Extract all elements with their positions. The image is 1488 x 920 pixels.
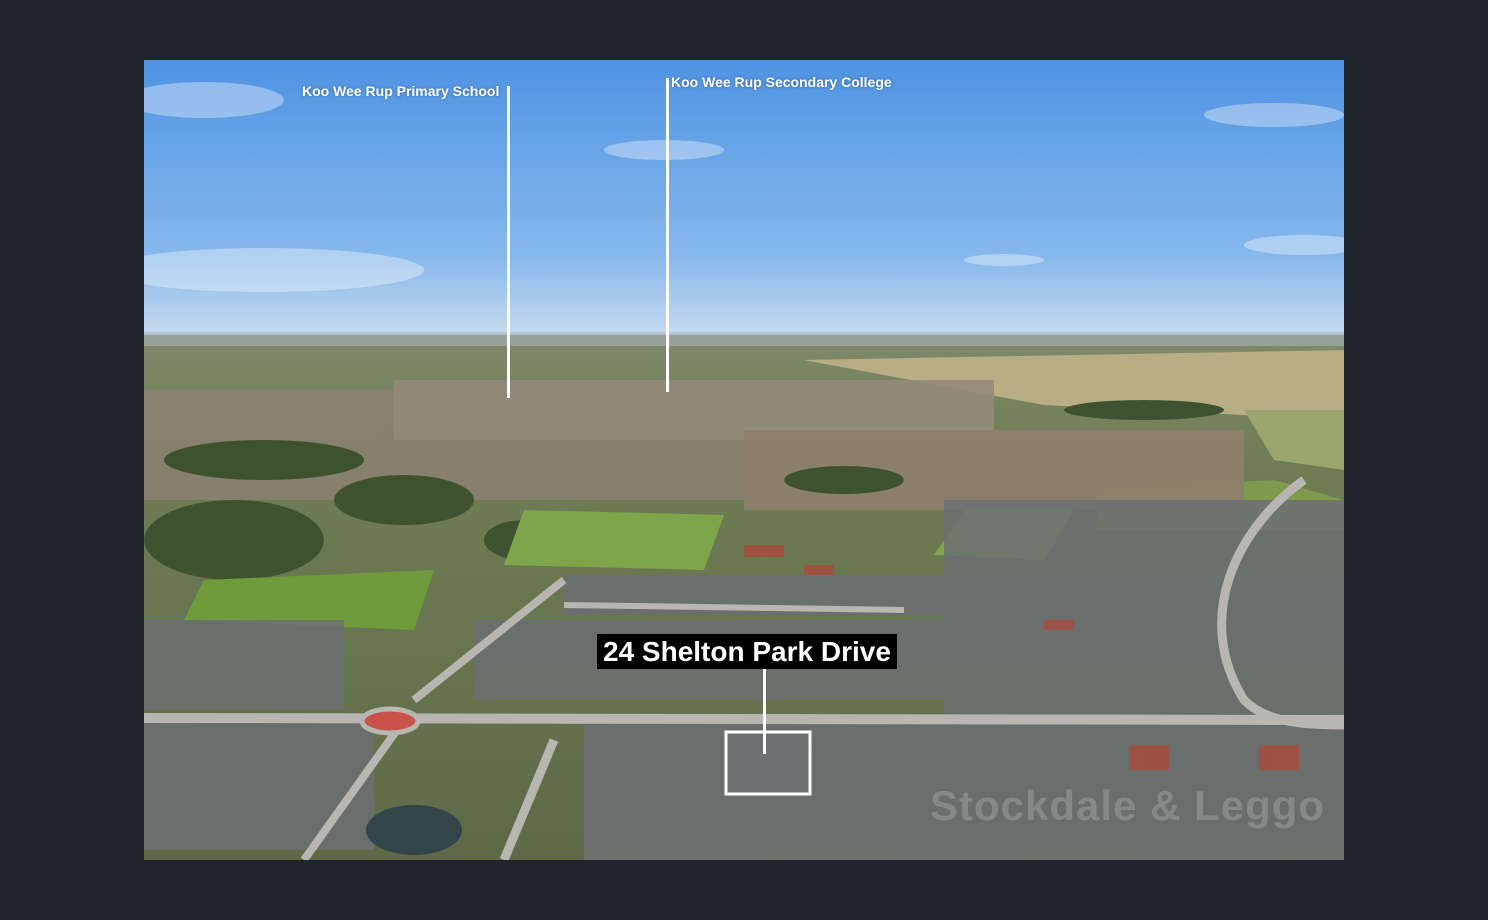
address-label: 24 Shelton Park Drive bbox=[597, 634, 897, 669]
secondary-college-pointer bbox=[666, 78, 669, 392]
primary-school-pointer bbox=[507, 86, 510, 398]
aerial-photo bbox=[144, 60, 1344, 860]
property-outline bbox=[724, 730, 812, 796]
address-pointer bbox=[763, 668, 766, 754]
watermark: Stockdale & Leggo bbox=[930, 782, 1326, 829]
pond bbox=[366, 805, 462, 855]
roundabout bbox=[359, 706, 421, 736]
secondary-college-label: Koo Wee Rup Secondary College bbox=[671, 74, 892, 90]
sky bbox=[144, 60, 1344, 340]
primary-school-label: Koo Wee Rup Primary School bbox=[302, 83, 500, 99]
